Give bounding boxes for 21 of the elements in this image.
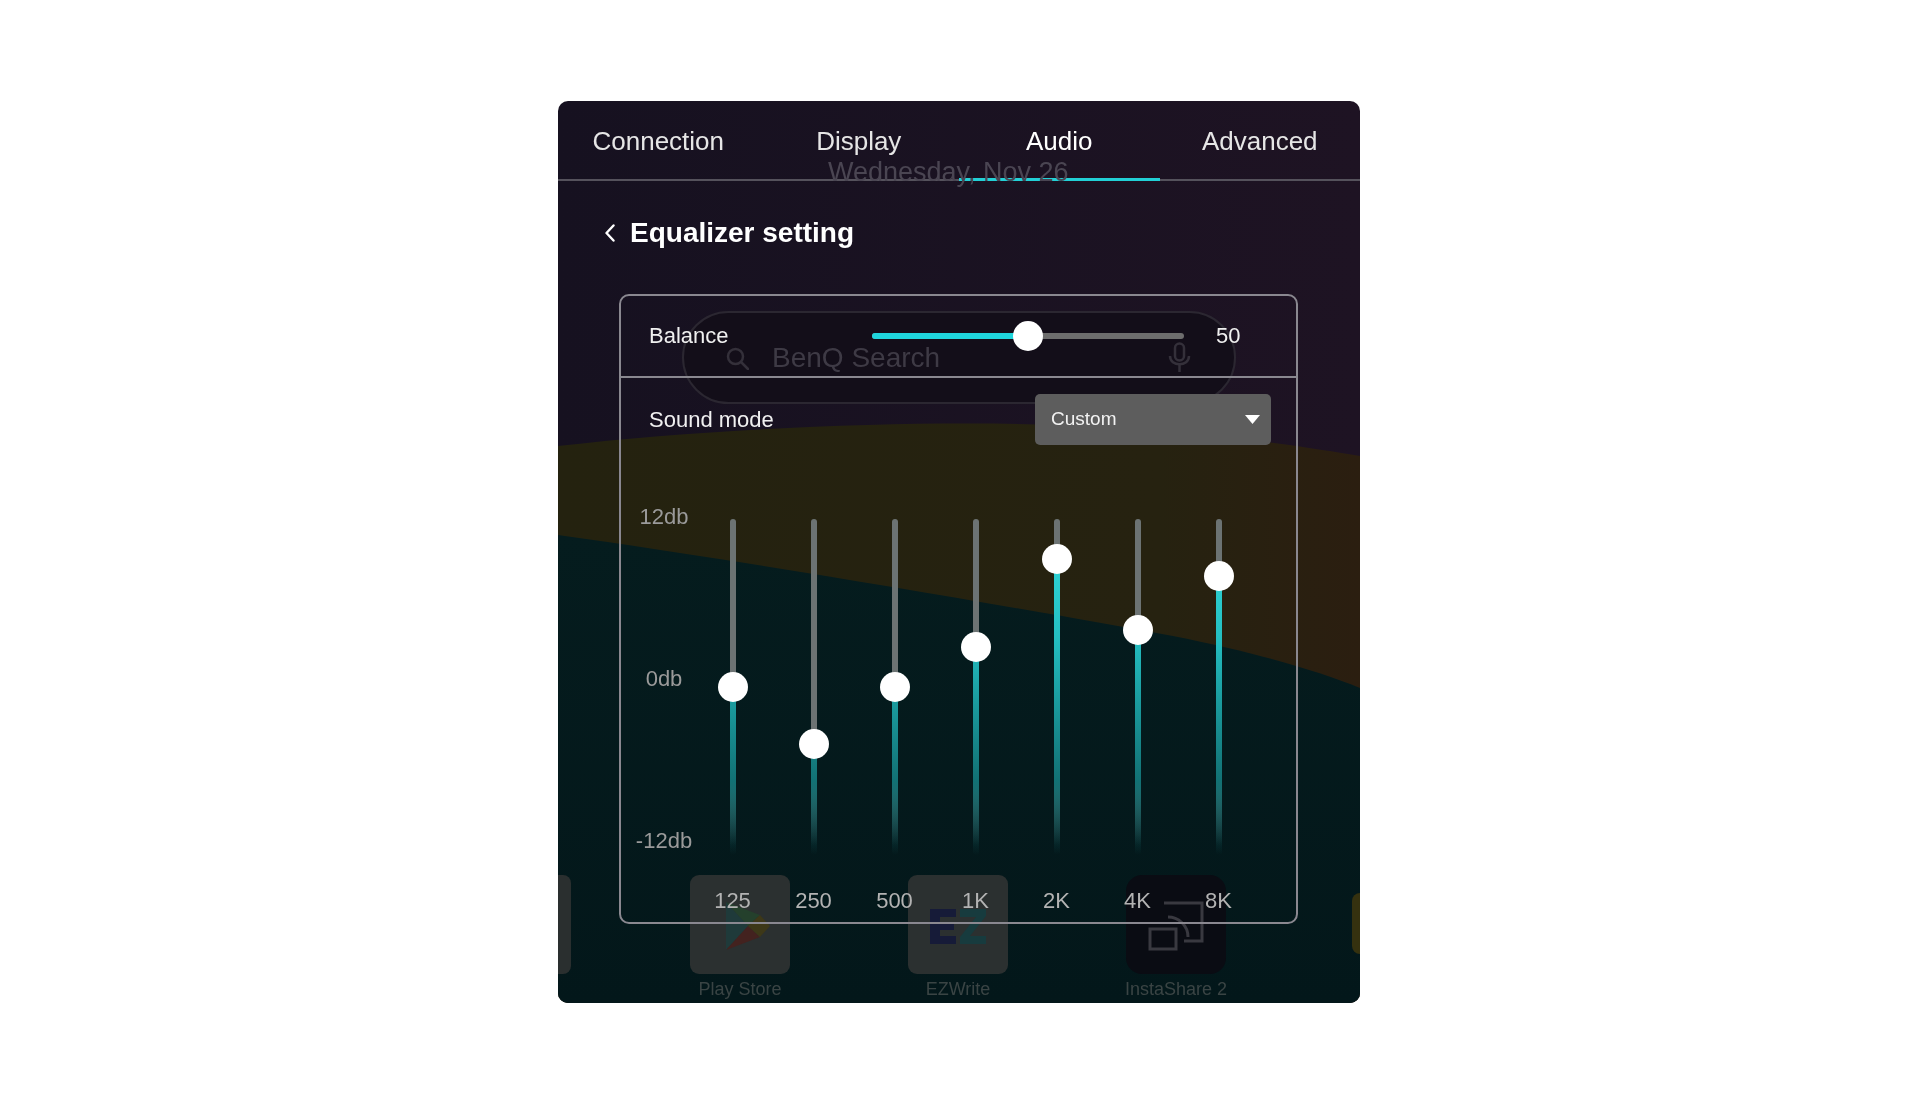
frequency-label: 1K bbox=[962, 889, 989, 913]
frequency-label: 250 bbox=[795, 889, 832, 913]
app-icon bbox=[690, 875, 790, 974]
frequency-label: 125 bbox=[714, 889, 751, 913]
tab[interactable]: Advanced bbox=[1159, 101, 1360, 181]
sound-mode-label: Sound mode bbox=[649, 406, 774, 433]
sound-mode-dropdown[interactable]: Custom bbox=[1035, 394, 1271, 445]
frequency-label: 2K bbox=[1043, 889, 1070, 913]
db-label: 0db bbox=[645, 667, 683, 691]
back-button[interactable]: Equalizer setting bbox=[605, 216, 855, 250]
app-icon bbox=[558, 875, 571, 974]
frequency-label: 8K bbox=[1205, 889, 1232, 913]
app-icon bbox=[1352, 893, 1360, 954]
db-label: 12db bbox=[639, 505, 689, 529]
search-icon bbox=[726, 347, 749, 370]
chevron-left-icon bbox=[605, 224, 615, 242]
tab[interactable]: Connection bbox=[558, 101, 759, 181]
frequency-label: 500 bbox=[876, 889, 913, 913]
frequency-label: 4K bbox=[1124, 889, 1151, 913]
microphone-icon bbox=[1168, 342, 1191, 373]
db-label: -12db bbox=[635, 829, 693, 853]
